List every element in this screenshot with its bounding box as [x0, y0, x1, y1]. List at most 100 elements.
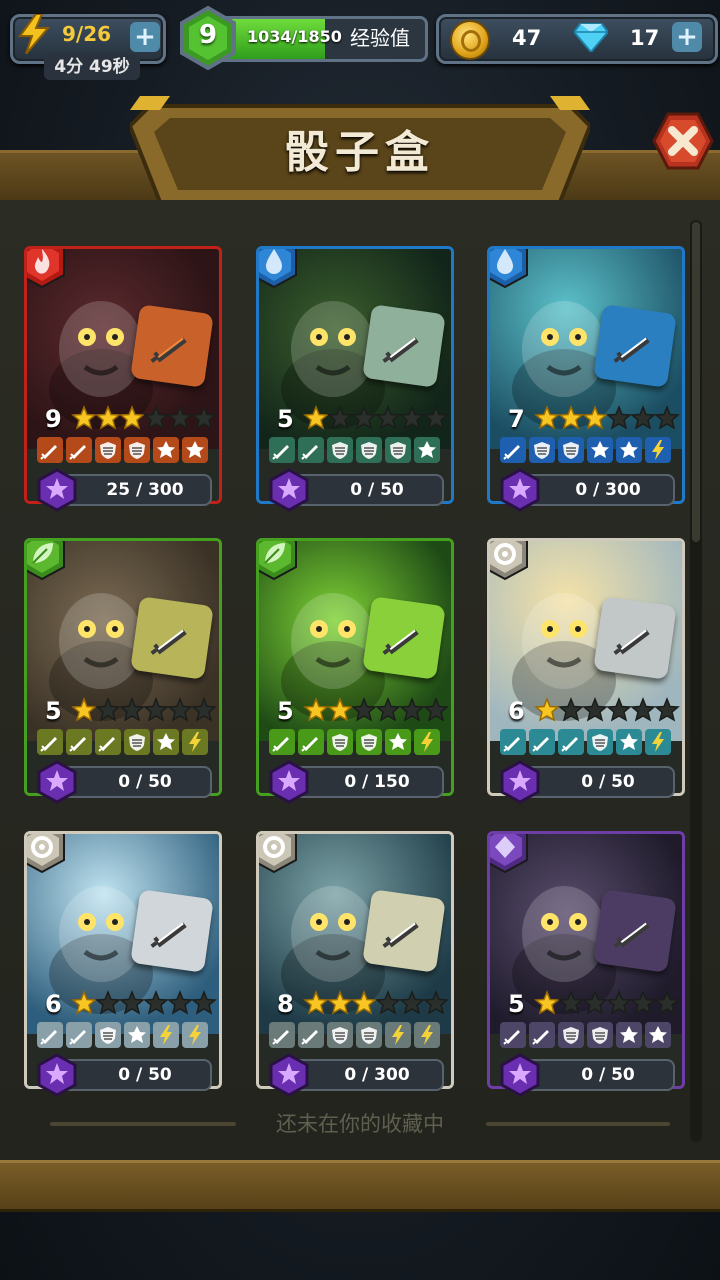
dice-card[interactable]: 5: [256, 246, 454, 504]
star-empty-icon: [654, 697, 680, 722]
star-filled-icon: [351, 990, 377, 1015]
star-empty-icon: [630, 990, 656, 1015]
energy-value: 9/26: [62, 22, 112, 46]
neutral-element-icon: [259, 834, 297, 874]
shield-face-icon: [356, 437, 382, 463]
star-empty-icon: [191, 697, 217, 722]
star-empty-icon: [423, 990, 449, 1015]
star-filled-icon: [534, 990, 560, 1015]
shield-face-icon: [356, 1022, 382, 1048]
xp-value: 1034/1850: [247, 27, 342, 46]
star-face-icon: [153, 437, 179, 463]
gems-value: 17: [630, 26, 660, 50]
star-empty-icon: [191, 990, 217, 1015]
card-level: 7: [508, 405, 525, 433]
star-face-icon: [414, 437, 440, 463]
dice-card[interactable]: 6: [24, 831, 222, 1089]
progress-text: 0 / 50: [581, 1065, 635, 1085]
water-element-icon: [490, 249, 528, 289]
nature-element-icon: [27, 541, 65, 581]
card-gem-icon: [499, 760, 541, 808]
star-empty-icon: [143, 697, 169, 722]
lightning-icon: [18, 14, 51, 54]
add-gems-button[interactable]: +: [672, 22, 702, 52]
dice-card[interactable]: 6: [487, 538, 685, 796]
star-rating: [71, 697, 217, 723]
card-progress-bar: 0 / 300: [521, 474, 675, 506]
star-rating: [534, 990, 680, 1016]
star-empty-icon: [558, 990, 584, 1015]
star-empty-icon: [167, 697, 193, 722]
card-progress-bar: 0 / 50: [290, 474, 444, 506]
star-empty-icon: [423, 405, 449, 430]
star-face-icon: [616, 729, 642, 755]
dice-faces: [37, 437, 211, 465]
scrollbar-thumb[interactable]: [692, 222, 700, 542]
card-level: 5: [508, 990, 525, 1018]
dice-card[interactable]: 5: [487, 831, 685, 1089]
neutral-element-icon: [27, 834, 65, 874]
dice-icon: [362, 889, 446, 973]
footer-plank: [0, 1160, 720, 1212]
sword-face-icon: [529, 729, 555, 755]
star-face-icon: [124, 1022, 150, 1048]
sword-face-icon: [298, 729, 324, 755]
coin-icon: [450, 20, 490, 60]
progress-text: 0 / 50: [350, 480, 404, 500]
dice-card[interactable]: 7: [487, 246, 685, 504]
shield-face-icon: [558, 437, 584, 463]
shield-face-icon: [587, 1022, 613, 1048]
lightning-face-icon: [414, 729, 440, 755]
void-element-icon: [490, 834, 528, 874]
dice-card[interactable]: 9: [24, 246, 222, 504]
close-button[interactable]: [652, 112, 714, 170]
star-filled-icon: [327, 697, 353, 722]
dice-faces: [500, 1022, 674, 1050]
progress-text: 25 / 300: [106, 480, 184, 500]
star-empty-icon: [375, 990, 401, 1015]
sword-face-icon: [269, 729, 295, 755]
star-empty-icon: [582, 697, 608, 722]
card-progress-bar: 0 / 50: [58, 1059, 212, 1091]
sword-face-icon: [269, 1022, 295, 1048]
star-empty-icon: [95, 990, 121, 1015]
card-gem-icon: [36, 1053, 78, 1101]
star-empty-icon: [399, 405, 425, 430]
player-level: 9: [198, 20, 218, 50]
card-progress-bar: 0 / 300: [290, 1059, 444, 1091]
dice-faces: [500, 729, 674, 757]
dice-card[interactable]: 5: [24, 538, 222, 796]
star-filled-icon: [71, 405, 97, 430]
star-filled-icon: [303, 697, 329, 722]
shield-face-icon: [558, 1022, 584, 1048]
sword-face-icon: [66, 1022, 92, 1048]
sword-face-icon: [66, 729, 92, 755]
neutral-element-icon: [490, 541, 528, 581]
star-empty-icon: [375, 405, 401, 430]
lightning-face-icon: [153, 1022, 179, 1048]
dice-faces: [37, 729, 211, 757]
star-empty-icon: [399, 990, 425, 1015]
dice-card[interactable]: 8: [256, 831, 454, 1089]
card-level: 6: [508, 697, 525, 725]
lightning-face-icon: [645, 437, 671, 463]
dice-icon: [130, 304, 214, 388]
sword-face-icon: [558, 729, 584, 755]
star-rating: [303, 990, 449, 1016]
dice-card[interactable]: 5: [256, 538, 454, 796]
progress-text: 0 / 50: [118, 772, 172, 792]
star-empty-icon: [654, 405, 680, 430]
progress-text: 0 / 50: [581, 772, 635, 792]
sword-face-icon: [37, 437, 63, 463]
star-empty-icon: [143, 405, 169, 430]
star-face-icon: [153, 729, 179, 755]
star-empty-icon: [423, 697, 449, 722]
progress-text: 0 / 300: [575, 480, 641, 500]
add-energy-button[interactable]: +: [130, 22, 160, 52]
page-title: 骰子盒: [285, 127, 435, 178]
dice-icon: [593, 596, 677, 680]
star-filled-icon: [95, 405, 121, 430]
star-empty-icon: [167, 405, 193, 430]
coins-value: 47: [512, 26, 542, 50]
dice-faces: [37, 1022, 211, 1050]
